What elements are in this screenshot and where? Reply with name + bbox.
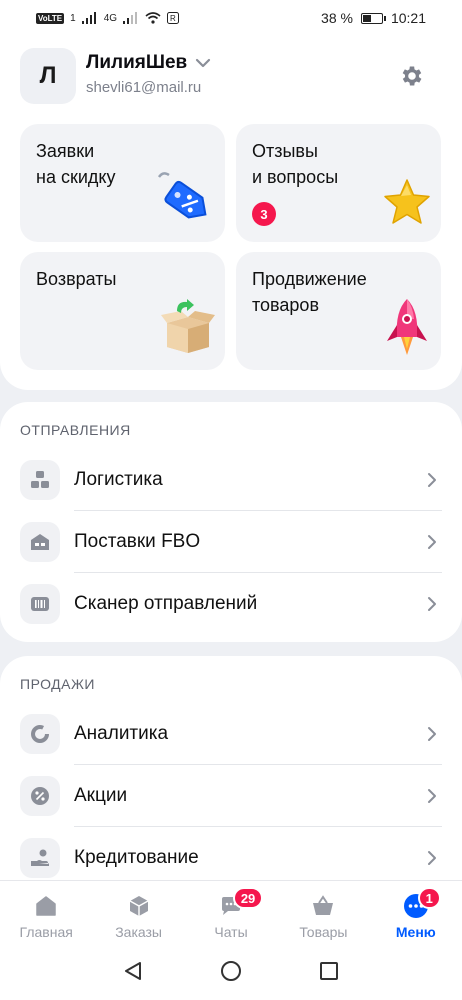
system-nav-bar — [0, 946, 462, 1000]
row-label: Поставки FBO — [74, 531, 201, 552]
rocket-icon — [385, 297, 429, 364]
package-icon — [126, 893, 152, 919]
home-icon — [33, 893, 59, 919]
back-button[interactable] — [122, 960, 144, 987]
status-left: VoLTE 1 4G R — [36, 12, 180, 24]
bottom-tab-bar: Главная Заказы Чаты 29 Товары Меню 1 — [0, 880, 462, 946]
account-switcher[interactable]: ЛилияШев — [86, 52, 211, 74]
battery-percent: 38 % — [321, 10, 353, 26]
loan-hand-icon — [20, 838, 60, 878]
tab-menu[interactable]: Меню 1 — [370, 881, 462, 946]
home-circle-icon — [221, 960, 241, 981]
reviews-badge: 3 — [252, 202, 276, 226]
section-sales: ПРОДАЖИ Аналитика Акции Кредитование — [0, 656, 462, 916]
donut-chart-icon — [20, 714, 60, 754]
chats-badge: 29 — [232, 887, 264, 909]
home-button[interactable] — [220, 960, 242, 987]
tile-discount-requests[interactable]: Заявки на скидку — [20, 124, 225, 242]
menu-item-logistics[interactable]: Логистика — [20, 449, 442, 511]
warehouse-icon — [20, 522, 60, 562]
row-label: Акции — [74, 785, 128, 806]
battery-fill — [362, 14, 371, 22]
status-bar: VoLTE 1 4G R 38 % 10:21 — [0, 0, 462, 36]
section-shipments: ОТПРАВЛЕНИЯ Логистика Поставки FBO Скане… — [0, 402, 462, 642]
tile-reviews-questions[interactable]: Отзывы и вопросы 3 — [236, 124, 441, 242]
tab-label: Меню — [395, 924, 436, 940]
tab-home[interactable]: Главная — [0, 881, 92, 946]
tab-label: Товары — [299, 924, 348, 940]
menu-item-analytics[interactable]: Аналитика — [20, 703, 442, 765]
chevron-right-icon — [422, 472, 442, 488]
tab-products[interactable]: Товары — [277, 881, 369, 946]
chevron-right-icon — [422, 726, 442, 742]
star-icon — [381, 177, 433, 234]
chevron-right-icon — [422, 788, 442, 804]
user-name: ЛилияШев — [86, 52, 188, 73]
section-title: ОТПРАВЛЕНИЯ — [20, 422, 131, 438]
return-box-icon — [159, 299, 217, 362]
status-right: 38 % 10:21 — [321, 10, 426, 26]
wifi-icon — [145, 12, 161, 24]
menu-badge: 1 — [417, 887, 441, 909]
recents-square-icon — [320, 961, 338, 980]
row-label: Логистика — [74, 469, 163, 490]
tab-label: Заказы — [115, 924, 162, 940]
profile-card: Л ЛилияШев shevli61@mail.ru Заявки на ск… — [0, 36, 462, 390]
chevron-right-icon — [422, 534, 442, 550]
row-label: Аналитика — [74, 723, 169, 744]
tile-returns[interactable]: Возвраты — [20, 252, 225, 370]
barcode-scanner-icon — [20, 584, 60, 624]
nfc-icon: R — [167, 12, 180, 24]
settings-button[interactable] — [394, 58, 430, 94]
tile-label: Возвраты — [36, 269, 117, 289]
chevron-right-icon — [422, 596, 442, 612]
percent-icon — [20, 776, 60, 816]
back-triangle-icon — [125, 961, 141, 980]
row-label: Сканер отправлений — [74, 593, 258, 614]
tab-label: Главная — [19, 924, 73, 940]
menu-item-promotions[interactable]: Акции — [20, 765, 442, 827]
tab-orders[interactable]: Заказы — [92, 881, 184, 946]
tab-chats[interactable]: Чаты 29 — [185, 881, 277, 946]
signal-icon-2 — [123, 12, 138, 24]
discount-tag-icon — [153, 167, 219, 238]
basket-icon — [310, 893, 336, 919]
tile-product-promotion[interactable]: Продвижение товаров — [236, 252, 441, 370]
avatar[interactable]: Л — [20, 48, 76, 104]
user-email: shevli61@mail.ru — [86, 79, 202, 96]
network-type-label: 4G — [103, 12, 118, 24]
boxes-icon — [20, 460, 60, 500]
svg-text:R: R — [170, 14, 176, 23]
clock: 10:21 — [390, 10, 426, 26]
menu-item-fbo-supplies[interactable]: Поставки FBO — [20, 511, 442, 573]
sim-label: 1 — [70, 12, 76, 24]
signal-icon — [81, 12, 96, 24]
tab-label: Чаты — [214, 924, 248, 940]
menu-item-shipment-scanner[interactable]: Сканер отправлений — [20, 573, 442, 635]
battery-icon — [360, 12, 386, 24]
volte-chip: VoLTE — [36, 12, 65, 24]
chevron-right-icon — [422, 850, 442, 866]
gear-icon — [402, 66, 422, 86]
row-label: Кредитование — [74, 847, 199, 868]
chevron-down-icon — [196, 58, 211, 68]
section-title: ПРОДАЖИ — [20, 676, 95, 692]
recents-button[interactable] — [318, 960, 340, 987]
